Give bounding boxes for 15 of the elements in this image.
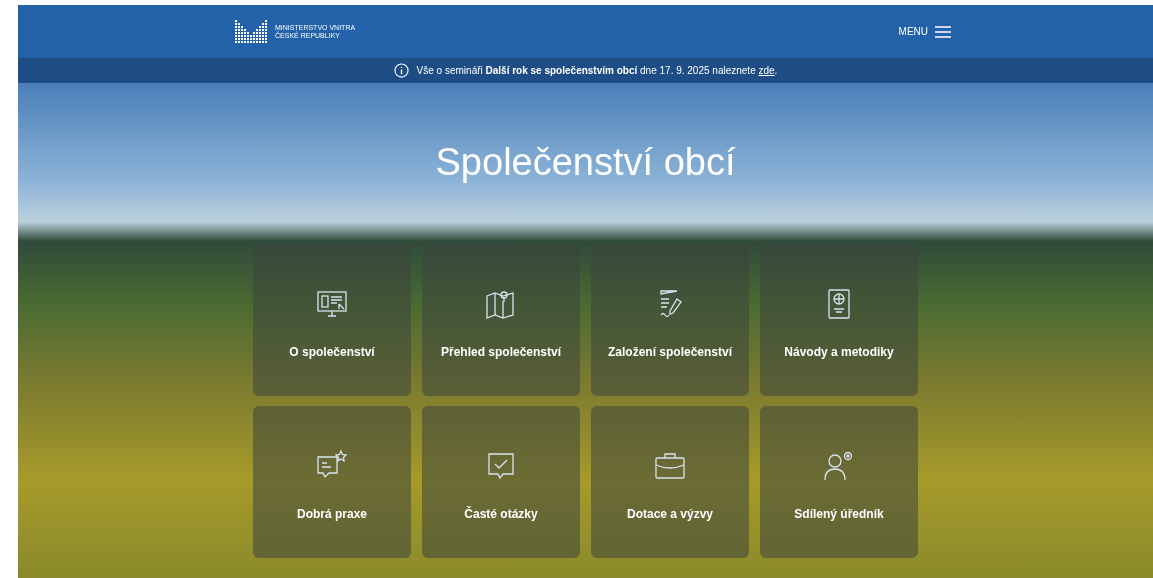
- category-tile[interactable]: Časté otázky: [422, 406, 580, 558]
- category-tile[interactable]: Dobrá praxe: [253, 406, 411, 558]
- ministry-logo-icon[interactable]: [235, 19, 269, 44]
- notice-text: Vše o semináři Další rok se společenstvím obcí dne 17. 9. 2025 naleznete zde.: [416, 65, 778, 76]
- menu-button[interactable]: MENU: [898, 25, 951, 38]
- category-tile[interactable]: Dotace a výzvy: [591, 406, 749, 558]
- category-tile[interactable]: Založení společenství: [591, 244, 749, 396]
- category-tile[interactable]: Přehled společenství: [422, 244, 580, 396]
- hero-title: Společenství obcí: [435, 141, 736, 184]
- category-tile[interactable]: Návody a metodiky: [760, 244, 918, 396]
- category-tile[interactable]: Sdílený úředník: [760, 406, 918, 558]
- notice-link[interactable]: zde: [758, 65, 775, 76]
- category-tile[interactable]: O společenství: [253, 244, 411, 396]
- menu-icon: [935, 25, 951, 38]
- info-icon: [393, 63, 409, 78]
